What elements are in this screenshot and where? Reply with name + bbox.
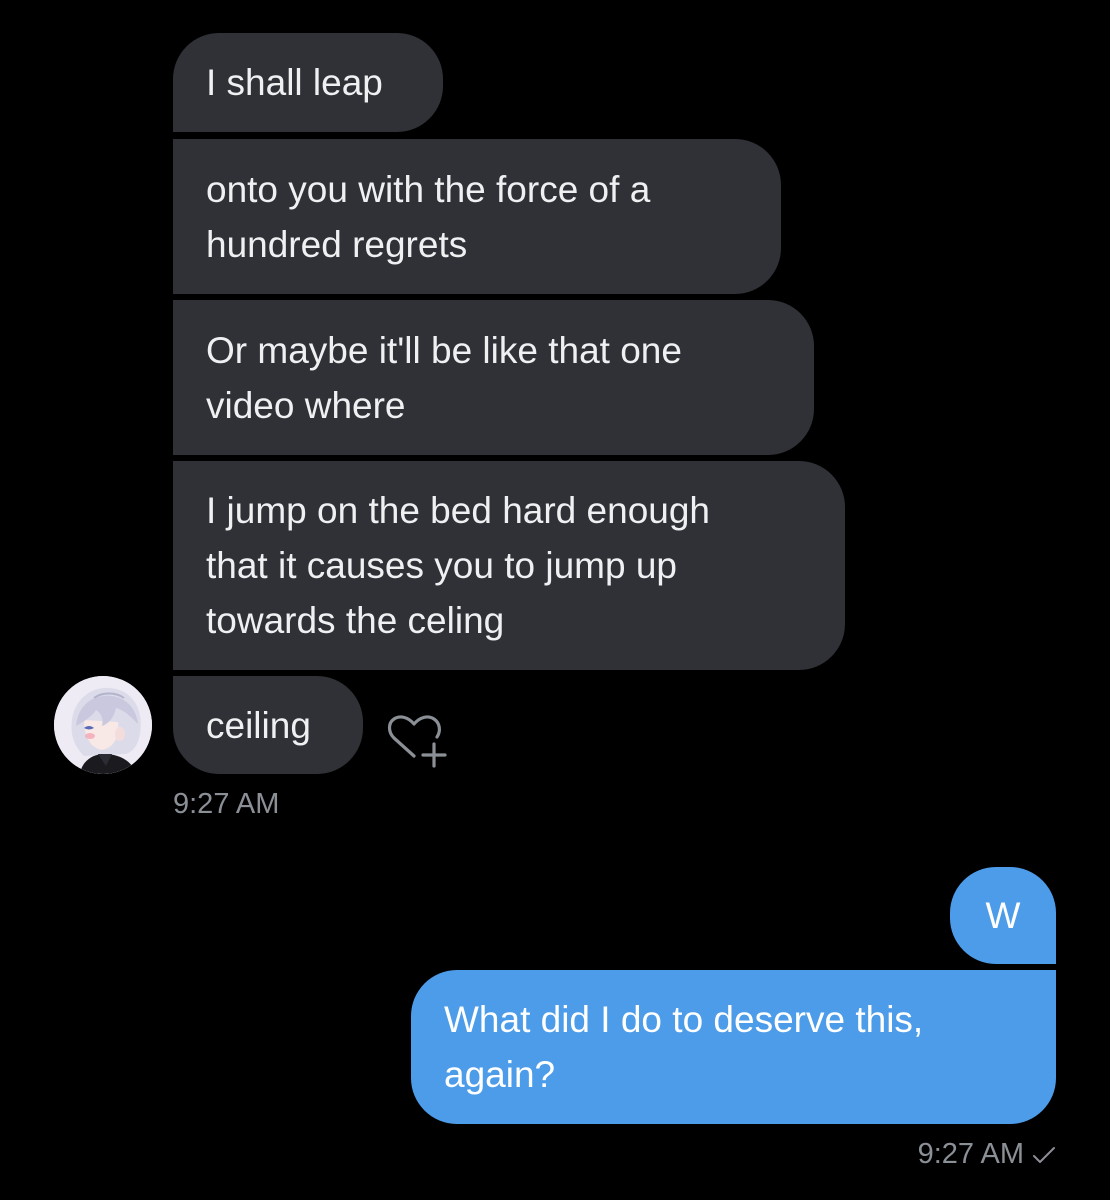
received-message-bubble[interactable]: I jump on the bed hard enough that it ca… — [173, 461, 845, 670]
sent-timestamp-row: 9:27 AM — [918, 1138, 1056, 1171]
add-reaction-button[interactable] — [384, 712, 450, 770]
message-text: again? — [444, 1054, 556, 1095]
sent-timestamp: 9:27 AM — [917, 1138, 1024, 1170]
avatar-anime-character-icon — [54, 676, 152, 774]
message-text: Or maybe it'll be like that one — [206, 329, 682, 371]
message-text: towards the celing — [206, 600, 505, 641]
checkmark-icon — [1033, 1146, 1055, 1163]
sent-message-bubble[interactable]: What did I do to deserve this, again? — [411, 970, 1056, 1124]
received-message-bubble[interactable]: Or maybe it'll be like that one video wh… — [173, 300, 814, 455]
received-message-bubble[interactable]: onto you with the force of a hundred reg… — [173, 139, 781, 294]
message-text: I jump on the bed hard enough — [206, 490, 710, 531]
message-text: What did I do to deserve this, — [444, 999, 924, 1040]
received-timestamp: 9:27 AM — [173, 788, 280, 820]
sender-avatar[interactable] — [54, 676, 152, 774]
message-text: I shall leap — [206, 62, 383, 103]
received-message-bubble[interactable]: ceiling — [173, 676, 363, 774]
message-text: video where — [206, 384, 406, 426]
message-text: hundred regrets — [206, 223, 468, 265]
message-text: W — [985, 895, 1021, 936]
message-text: onto you with the force of a — [206, 168, 651, 210]
sent-message-bubble[interactable]: W — [950, 867, 1056, 964]
received-message-bubble[interactable]: I shall leap — [173, 33, 443, 132]
heart-plus-icon — [387, 715, 447, 768]
message-text: that it causes you to jump up — [206, 545, 677, 586]
message-text: ceiling — [206, 704, 311, 746]
